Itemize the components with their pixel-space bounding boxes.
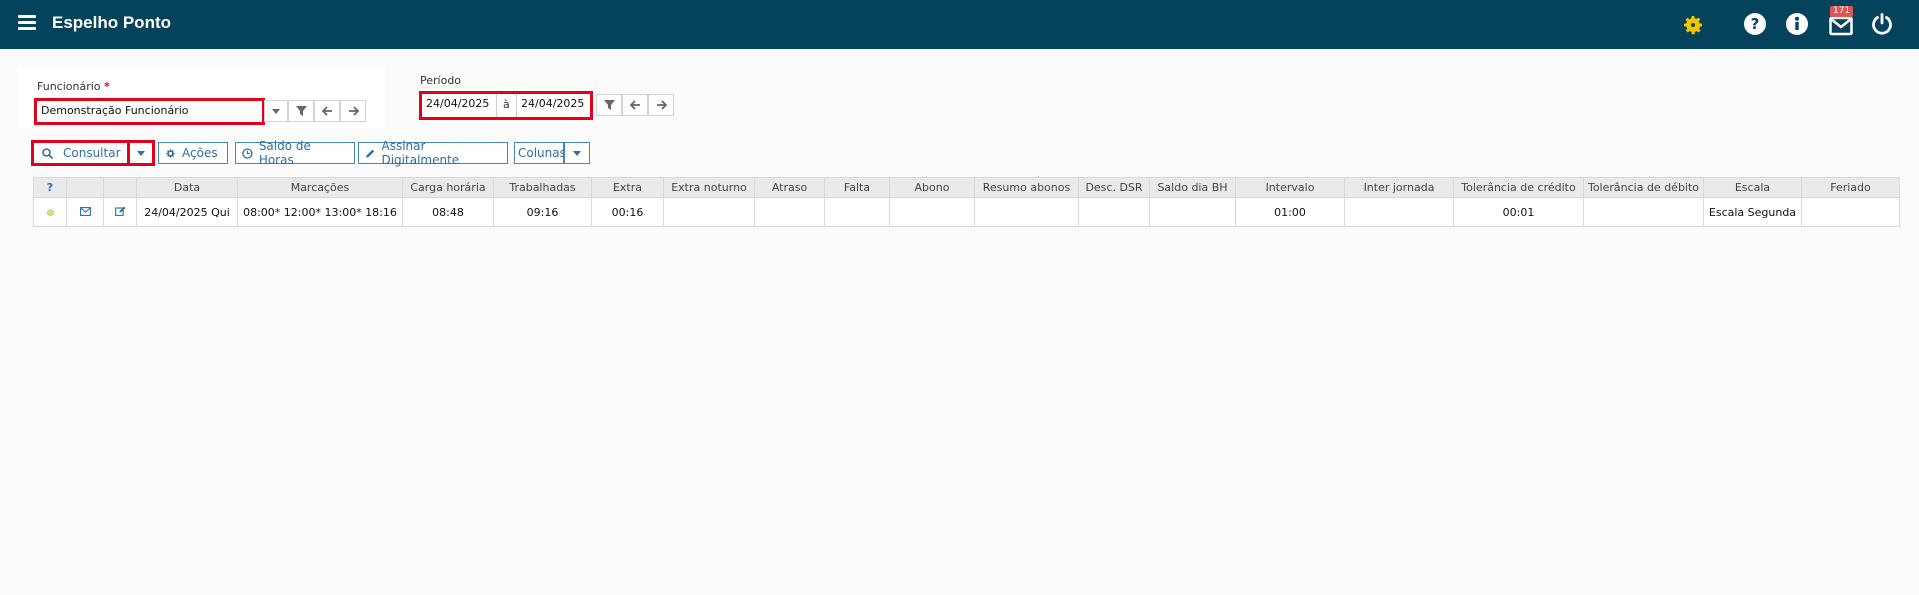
period-filter-button[interactable] — [596, 94, 622, 116]
menu-icon[interactable] — [18, 15, 36, 30]
colunas-button[interactable]: Colunas — [514, 142, 566, 164]
status-dot-icon — [46, 208, 54, 216]
employee-dropdown-button[interactable] — [264, 100, 288, 122]
column-header-edit — [103, 177, 137, 198]
table-header-row: ? Data Marcações Carga horária Trabalhad… — [33, 177, 1900, 198]
period-separator: à — [503, 98, 510, 111]
column-header-resumo-abonos[interactable]: Resumo abonos — [974, 177, 1079, 198]
column-header-abono[interactable]: Abono — [889, 177, 975, 198]
caret-down-icon — [272, 108, 280, 114]
period-next-button[interactable] — [648, 94, 674, 116]
cell-marcacoes: 08:00* 12:00* 13:00* 18:16 — [237, 197, 403, 227]
caret-down-icon — [573, 150, 581, 156]
filter-icon — [295, 106, 307, 116]
consultar-dropdown-button[interactable] — [127, 140, 155, 166]
cell-trabalhadas: 09:16 — [493, 197, 592, 227]
svg-text:?: ? — [1751, 15, 1760, 33]
notification-badge: 171 — [1830, 6, 1854, 17]
top-bar: Espelho Ponto ? 171 — [0, 0, 1919, 49]
power-icon[interactable] — [1870, 12, 1894, 36]
arrow-right-icon — [348, 106, 359, 116]
cell-data: 24/04/2025 Qui — [136, 197, 238, 227]
gear-icon[interactable] — [1681, 13, 1705, 37]
search-icon — [42, 147, 53, 159]
mail-icon[interactable] — [1829, 14, 1853, 38]
column-header-intervalo[interactable]: Intervalo — [1235, 177, 1345, 198]
employee-label: Funcionário * — [37, 80, 110, 93]
period-start-field[interactable]: 24/04/2025 — [422, 94, 497, 117]
cell-tolerancia-credito: 00:01 — [1453, 197, 1584, 227]
column-header-saldo-dia-bh[interactable]: Saldo dia BH — [1149, 177, 1236, 198]
gear-icon — [166, 148, 175, 158]
cell-carga-horaria: 08:48 — [402, 197, 494, 227]
clock-icon — [242, 147, 253, 159]
mail-icon[interactable] — [79, 206, 91, 216]
table-row[interactable]: 24/04/2025 Qui 08:00* 12:00* 13:00* 18:1… — [33, 197, 1900, 227]
employee-field[interactable]: Demonstração Funcionário — [34, 98, 265, 125]
cell-extra-noturno — [663, 197, 755, 227]
column-header-tolerancia-credito[interactable]: Tolerância de crédito — [1453, 177, 1584, 198]
arrow-left-icon — [629, 100, 640, 110]
mail-cell[interactable] — [66, 197, 104, 227]
cell-abono — [889, 197, 975, 227]
page-title: Espelho Ponto — [52, 13, 171, 32]
column-header-carga-horaria[interactable]: Carga horária — [402, 177, 494, 198]
cell-falta — [824, 197, 890, 227]
column-header-mail — [66, 177, 104, 198]
column-header-data[interactable]: Data — [136, 177, 238, 198]
cell-intervalo: 01:00 — [1235, 197, 1345, 227]
consultar-button[interactable]: Consultar — [31, 140, 131, 166]
edit-cell[interactable] — [103, 197, 137, 227]
employee-filter-button[interactable] — [288, 100, 314, 122]
cell-extra: 00:16 — [591, 197, 664, 227]
column-header-falta[interactable]: Falta — [824, 177, 890, 198]
edit-icon[interactable] — [114, 206, 126, 216]
caret-down-icon — [137, 150, 145, 156]
column-header-extra[interactable]: Extra — [591, 177, 664, 198]
period-end-field[interactable]: 24/04/2025 — [516, 94, 589, 117]
column-header-escala[interactable]: Escala — [1703, 177, 1802, 198]
column-header-feriado[interactable]: Feriado — [1801, 177, 1900, 198]
pencil-icon — [365, 149, 375, 158]
assinar-button[interactable]: Assinar Digitalmente — [358, 139, 508, 167]
employee-next-button[interactable] — [340, 100, 366, 122]
timesheet-table: ? Data Marcações Carga horária Trabalhad… — [33, 177, 1900, 227]
column-header-help[interactable]: ? — [33, 177, 67, 198]
cell-escala: Escala Segunda — [1703, 197, 1802, 227]
help-icon[interactable]: ? — [1743, 12, 1767, 36]
acoes-button[interactable]: Ações — [158, 142, 228, 164]
status-dot-cell — [33, 197, 67, 227]
arrow-right-icon — [656, 100, 667, 110]
period-range: 24/04/2025 à 24/04/2025 — [419, 91, 593, 120]
cell-desc-dsr — [1078, 197, 1150, 227]
period-prev-button[interactable] — [622, 94, 648, 116]
filter-icon — [603, 100, 615, 110]
saldo-horas-button[interactable]: Saldo de Horas — [235, 139, 355, 167]
cell-tolerancia-debito — [1583, 197, 1704, 227]
colunas-dropdown-button[interactable] — [564, 142, 590, 164]
cell-inter-jornada — [1344, 197, 1454, 227]
column-header-marcacoes[interactable]: Marcações — [237, 177, 403, 198]
column-header-tolerancia-debito[interactable]: Tolerância de débito — [1583, 177, 1704, 198]
arrow-left-icon — [321, 106, 332, 116]
cell-saldo-dia-bh — [1149, 197, 1236, 227]
column-header-trabalhadas[interactable]: Trabalhadas — [493, 177, 592, 198]
cell-resumo-abonos — [974, 197, 1079, 227]
employee-prev-button[interactable] — [314, 100, 340, 122]
column-header-extra-noturno[interactable]: Extra noturno — [663, 177, 755, 198]
column-header-atraso[interactable]: Atraso — [754, 177, 825, 198]
column-header-inter-jornada[interactable]: Inter jornada — [1344, 177, 1454, 198]
info-icon[interactable] — [1785, 12, 1809, 36]
column-header-desc-dsr[interactable]: Desc. DSR — [1078, 177, 1150, 198]
period-label: Período — [420, 74, 462, 87]
cell-feriado — [1801, 197, 1900, 227]
cell-atraso — [754, 197, 825, 227]
